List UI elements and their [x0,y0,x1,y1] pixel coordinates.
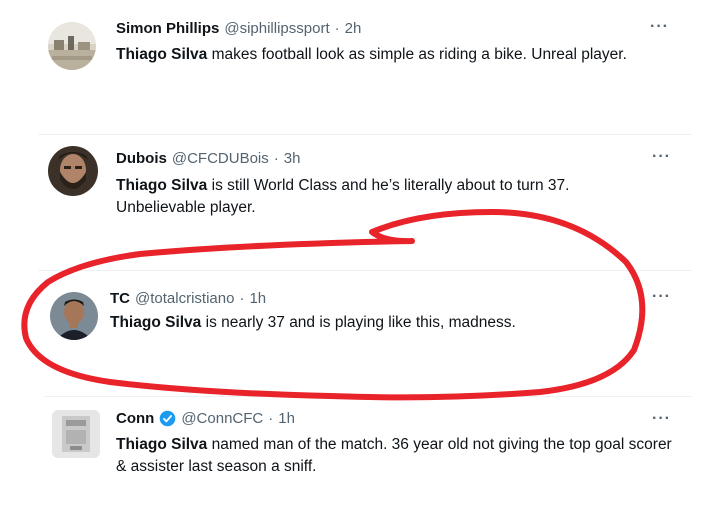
user-handle[interactable]: @ConnCFC [181,410,263,427]
timestamp[interactable]: 3h [284,150,301,167]
tweet-card[interactable]: Dubois @CFCDUBois · 3h ··· Thiago Silva … [38,134,692,220]
more-options-icon[interactable]: ··· [652,288,671,306]
tweet-card[interactable]: TC @totalcristiano · 1h ··· Thiago Silva… [38,270,692,350]
separator: · [334,20,340,37]
separator: · [273,150,279,167]
timestamp[interactable]: 2h [345,20,362,37]
tweet-body: is nearly 37 and is playing like this, m… [201,314,516,331]
avatar[interactable] [48,146,98,196]
footballer-avatar-icon [50,292,98,340]
tweet-body: makes football look as simple as riding … [207,46,627,63]
avatar[interactable] [50,292,98,340]
tweet-text: Thiago Silva named man of the match. 36 … [116,434,676,478]
tweet-header: Simon Phillips @siphillipssport · 2h [116,20,361,37]
highlighted-name: Thiago Silva [110,314,202,331]
verified-badge-icon [160,410,176,427]
tweet-card[interactable]: Conn @ConnCFC · 1h ··· Thiago Silva name… [44,396,692,492]
separator: · [268,410,274,427]
tweet-header: Conn @ConnCFC · 1h [116,410,295,427]
user-handle[interactable]: @totalcristiano [135,290,234,307]
tweet-text: Thiago Silva is still World Class and he… [116,175,636,219]
user-handle[interactable]: @CFCDUBois [172,150,269,167]
more-options-icon[interactable]: ··· [650,18,669,36]
highlighted-name: Thiago Silva [116,46,208,63]
divider [38,134,692,135]
more-options-icon[interactable]: ··· [652,148,671,166]
tweet-text: Thiago Silva makes football look as simp… [116,44,686,66]
tweet-header: TC @totalcristiano · 1h [110,290,266,307]
avatar[interactable] [48,22,96,70]
avatar[interactable] [52,410,100,458]
divider [44,396,692,397]
divider [38,270,692,271]
separator: · [239,290,245,307]
highlighted-name: Thiago Silva [116,177,208,194]
bearded-man-avatar-icon [48,146,98,196]
user-handle[interactable]: @siphillipssport [224,20,329,37]
display-name[interactable]: TC [110,290,130,307]
landscape-photo-avatar-icon [48,22,96,70]
tweet-header: Dubois @CFCDUBois · 3h [116,150,300,167]
highlighted-name: Thiago Silva [116,436,208,453]
display-name[interactable]: Conn [116,410,154,427]
display-name[interactable]: Dubois [116,150,167,167]
timestamp[interactable]: 1h [249,290,266,307]
tweet-card[interactable]: Simon Phillips @siphillipssport · 2h ···… [40,8,692,80]
timestamp[interactable]: 1h [278,410,295,427]
display-name[interactable]: Simon Phillips [116,20,219,37]
tweet-text: Thiago Silva is nearly 37 and is playing… [110,312,670,334]
trophy-avatar-icon [52,410,100,458]
more-options-icon[interactable]: ··· [652,410,671,428]
